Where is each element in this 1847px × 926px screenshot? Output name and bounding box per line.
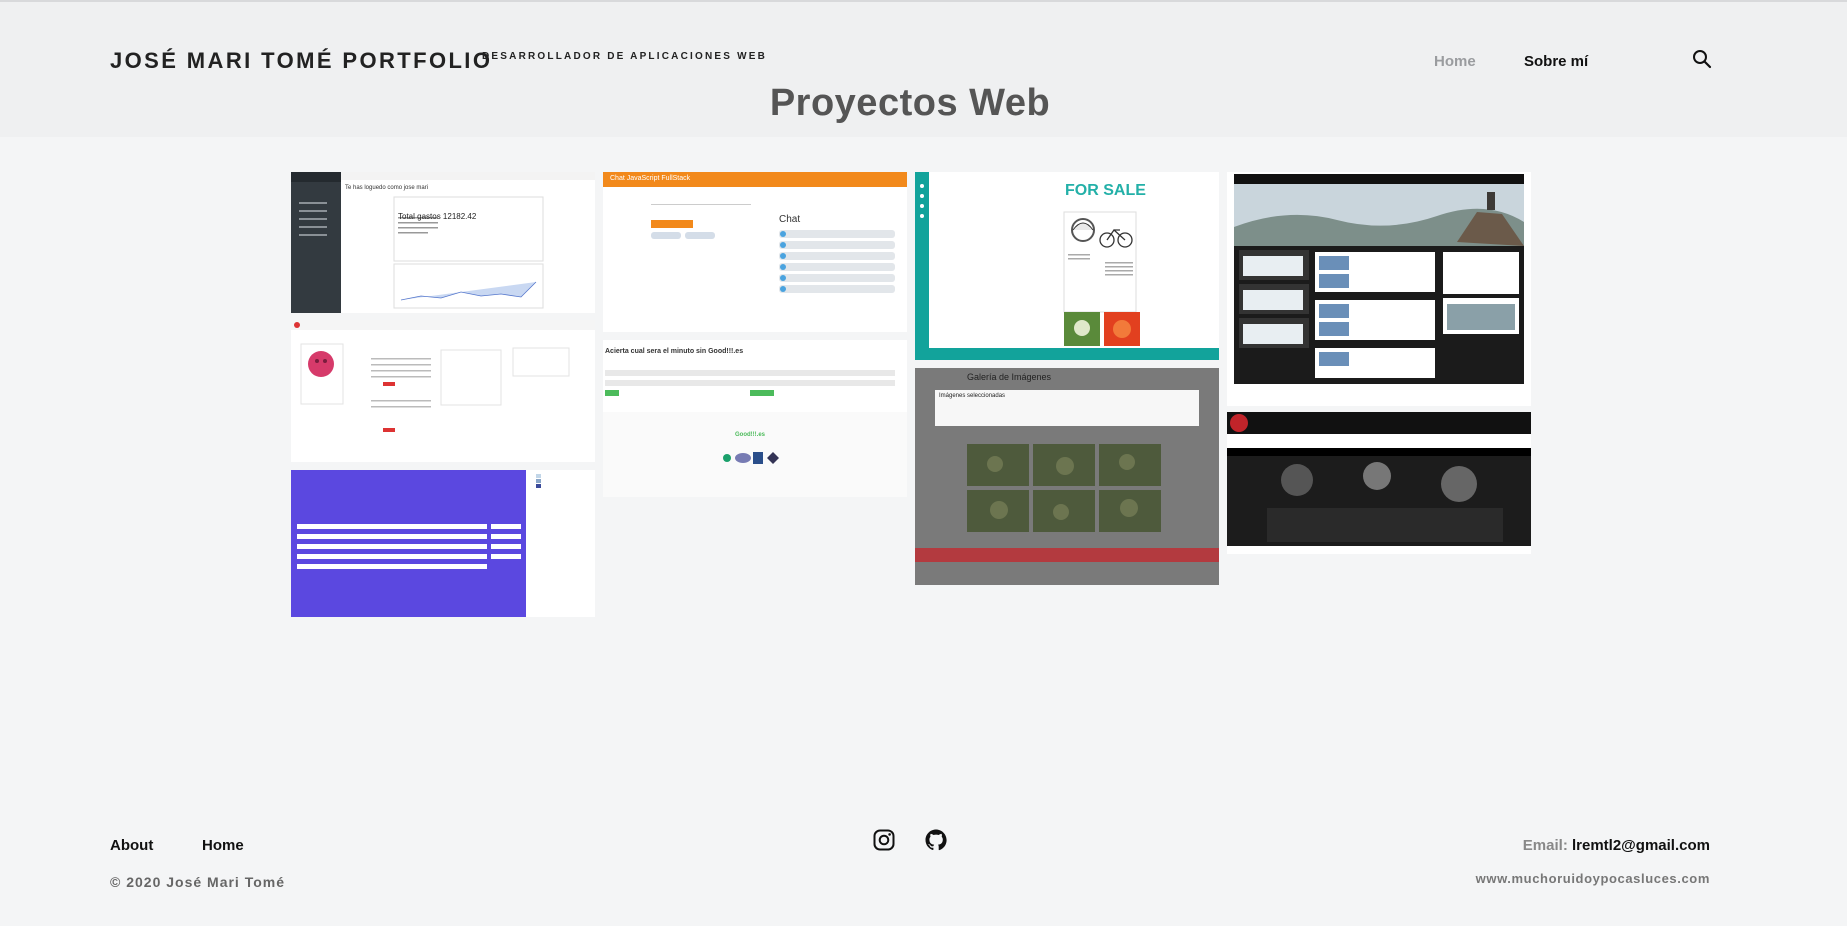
good-heading: Acierta cual sera el minuto sin Good!!!.…	[605, 348, 744, 355]
project-good-thumbnail[interactable]: Acierta cual sera el minuto sin Good!!!.…	[603, 340, 907, 497]
gallery-heading: Galería de Imágenes	[967, 372, 1052, 382]
project-chat-thumbnail[interactable]: Chat JavaScript FullStack Chat	[603, 172, 907, 332]
footer-website-link[interactable]: www.muchoruidoypocasluces.com	[1476, 871, 1710, 886]
chat-screenshot	[603, 172, 907, 332]
project-sliders-thumbnail[interactable]	[291, 470, 595, 617]
nav-about-link[interactable]: Sobre mí	[1524, 53, 1588, 70]
project-forsale-thumbnail[interactable]: FOR SALE	[915, 172, 1219, 360]
brand-title[interactable]: JOSÉ MARI TOMÉ PORTFOLIO	[110, 48, 492, 74]
github-icon[interactable]	[924, 828, 948, 852]
footer-about-link[interactable]: About	[110, 837, 153, 854]
page-title: Proyectos Web	[769, 82, 1051, 124]
forsale-logo: FOR SALE	[1065, 182, 1146, 199]
project-gallery-thumbnail[interactable]: Galería de Imágenes Imágenes seleccionad…	[915, 368, 1219, 585]
site-header: JOSÉ MARI TOMÉ PORTFOLIO DESARROLLADOR D…	[0, 0, 1847, 137]
social-screenshot	[291, 320, 595, 462]
dark-site-screenshot	[1227, 412, 1531, 554]
good-footer-logo: Good!!!.es	[735, 432, 765, 438]
nav-home-link[interactable]: Home	[1434, 53, 1476, 70]
expenses-total-text: Total gastos 12182.42	[398, 212, 477, 221]
instagram-icon[interactable]	[872, 828, 896, 852]
brand-tagline: DESARROLLADOR DE APLICACIONES WEB	[482, 51, 768, 62]
email-address[interactable]: lremtl2@gmail.com	[1572, 837, 1710, 854]
chat-topbar-title: Chat JavaScript FullStack	[610, 175, 691, 182]
project-expenses-thumbnail[interactable]: Te has loguedo como jose mari Total gast…	[291, 172, 595, 313]
expenses-logged-text: Te has loguedo como jose mari	[345, 185, 429, 191]
blog-screenshot	[1227, 172, 1531, 406]
expenses-screenshot	[291, 172, 595, 313]
footer-home-link[interactable]: Home	[202, 837, 244, 854]
gallery-selected-title: Imágenes seleccionadas	[939, 393, 1006, 399]
forsale-screenshot	[915, 172, 1219, 360]
sliders-screenshot	[291, 470, 595, 617]
good-screenshot	[603, 340, 907, 497]
footer-email[interactable]: Email: lremtl2@gmail.com	[1523, 837, 1710, 854]
email-label: Email:	[1522, 837, 1568, 854]
footer-copyright: © 2020 José Mari Tomé	[110, 874, 286, 890]
project-social-thumbnail[interactable]	[291, 320, 595, 462]
project-blog-thumbnail[interactable]	[1227, 172, 1531, 406]
project-dark-thumbnail[interactable]	[1227, 412, 1531, 554]
search-icon[interactable]	[1692, 49, 1712, 69]
chat-heading: Chat	[779, 214, 801, 225]
gallery-screenshot	[915, 368, 1219, 585]
